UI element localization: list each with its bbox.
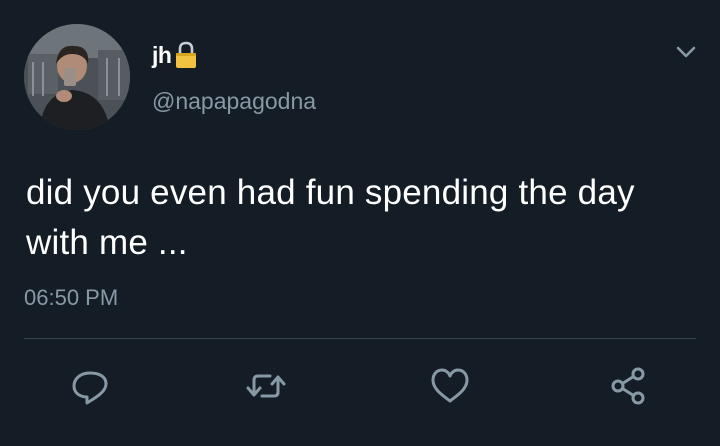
like-icon bbox=[431, 368, 469, 403]
reply-button[interactable] bbox=[68, 364, 112, 408]
share-button[interactable] bbox=[606, 364, 650, 408]
share-icon bbox=[611, 367, 645, 405]
retweet-icon bbox=[246, 374, 286, 398]
tweet-card: jh @napapagodna did you even had fun spe… bbox=[0, 0, 720, 446]
user-handle[interactable]: @napapagodna bbox=[152, 86, 316, 116]
chevron-down-icon[interactable] bbox=[672, 40, 700, 64]
like-button[interactable] bbox=[428, 364, 472, 408]
display-name-row[interactable]: jh bbox=[152, 40, 199, 70]
tweet-text: did you even had fun spending the day wi… bbox=[26, 173, 635, 262]
avatar-photo bbox=[24, 24, 130, 130]
retweet-button[interactable] bbox=[244, 364, 288, 408]
divider bbox=[24, 338, 696, 339]
avatar[interactable] bbox=[24, 24, 130, 130]
display-name[interactable]: jh bbox=[152, 40, 172, 70]
reply-icon bbox=[72, 371, 108, 405]
tweet-timestamp[interactable]: 06:50 PM bbox=[24, 284, 118, 312]
lock-icon bbox=[173, 40, 199, 70]
